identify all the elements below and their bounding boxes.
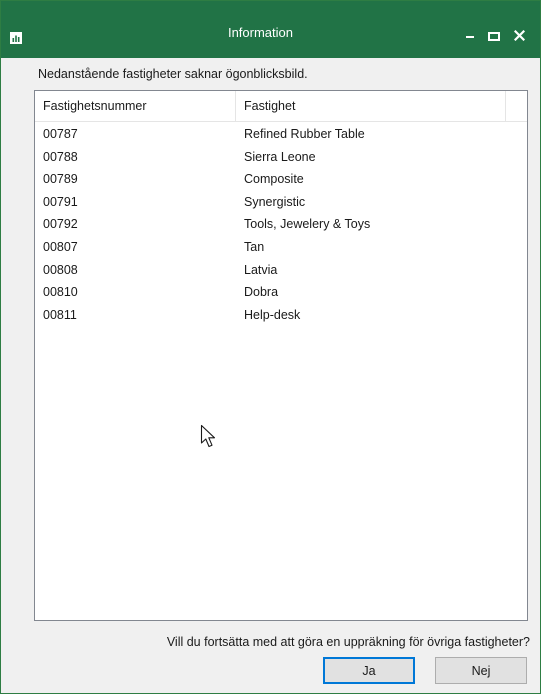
list-item[interactable]: 00788 Sierra Leone bbox=[35, 148, 527, 171]
list-header: Fastighetsnummer Fastighet bbox=[35, 91, 527, 122]
property-number: 00791 bbox=[43, 194, 78, 209]
property-number: 00792 bbox=[43, 217, 78, 232]
property-number: 00808 bbox=[43, 262, 78, 277]
property-name: Dobra bbox=[244, 285, 279, 300]
maximize-icon bbox=[488, 28, 500, 46]
list-item[interactable]: 00792 Tools, Jewelery & Toys bbox=[35, 215, 527, 238]
close-icon bbox=[513, 28, 525, 46]
list-item[interactable]: 00810 Dobra bbox=[35, 283, 527, 306]
list-item[interactable]: 00808 Latvia bbox=[35, 261, 527, 284]
property-name: Help-desk bbox=[244, 307, 301, 322]
title-bar[interactable]: Information bbox=[1, 1, 540, 58]
list-item[interactable]: 00791 Synergistic bbox=[35, 193, 527, 216]
close-button[interactable] bbox=[508, 26, 530, 48]
property-number: 00811 bbox=[43, 307, 77, 322]
column-header-filler bbox=[506, 91, 527, 121]
property-name: Sierra Leone bbox=[244, 149, 316, 164]
minimize-icon bbox=[465, 28, 475, 46]
column-header-property-number[interactable]: Fastighetsnummer bbox=[35, 91, 236, 121]
yes-button[interactable]: Ja bbox=[323, 657, 415, 684]
chart-app-icon bbox=[10, 32, 22, 44]
column-header-property[interactable]: Fastighet bbox=[236, 91, 506, 121]
property-name: Tan bbox=[244, 239, 265, 254]
property-name: Composite bbox=[244, 172, 304, 187]
list-item[interactable]: 00789 Composite bbox=[35, 170, 527, 193]
list-item[interactable]: 00807 Tan bbox=[35, 238, 527, 261]
list-item[interactable]: 00787 Refined Rubber Table bbox=[35, 125, 527, 148]
properties-list[interactable]: Fastighetsnummer Fastighet 00787 Refined… bbox=[34, 90, 528, 621]
property-name: Latvia bbox=[244, 262, 278, 277]
property-name: Synergistic bbox=[244, 194, 306, 209]
property-name: Refined Rubber Table bbox=[244, 127, 365, 141]
minimize-button[interactable] bbox=[459, 26, 481, 48]
info-message: Nedanstående fastigheter saknar ögonblic… bbox=[38, 67, 308, 81]
property-number: 00807 bbox=[43, 239, 78, 254]
property-number: 00787 bbox=[43, 127, 78, 141]
confirm-question: Vill du fortsätta med att göra en uppräk… bbox=[166, 635, 530, 649]
property-name: Tools, Jewelery & Toys bbox=[244, 217, 371, 232]
property-number: 00789 bbox=[43, 172, 78, 187]
maximize-button[interactable] bbox=[483, 26, 505, 48]
list-item[interactable]: 00811 Help-desk bbox=[35, 306, 527, 329]
dialog-window: Information Nedanstående fastigheter sak… bbox=[0, 0, 541, 694]
property-number: 00810 bbox=[43, 285, 78, 300]
property-number: 00788 bbox=[43, 149, 78, 164]
no-button[interactable]: Nej bbox=[435, 657, 527, 684]
mouse-pointer-icon bbox=[200, 424, 222, 450]
list-rows: 00787 Refined Rubber Table 00788 Sierra … bbox=[35, 125, 527, 328]
